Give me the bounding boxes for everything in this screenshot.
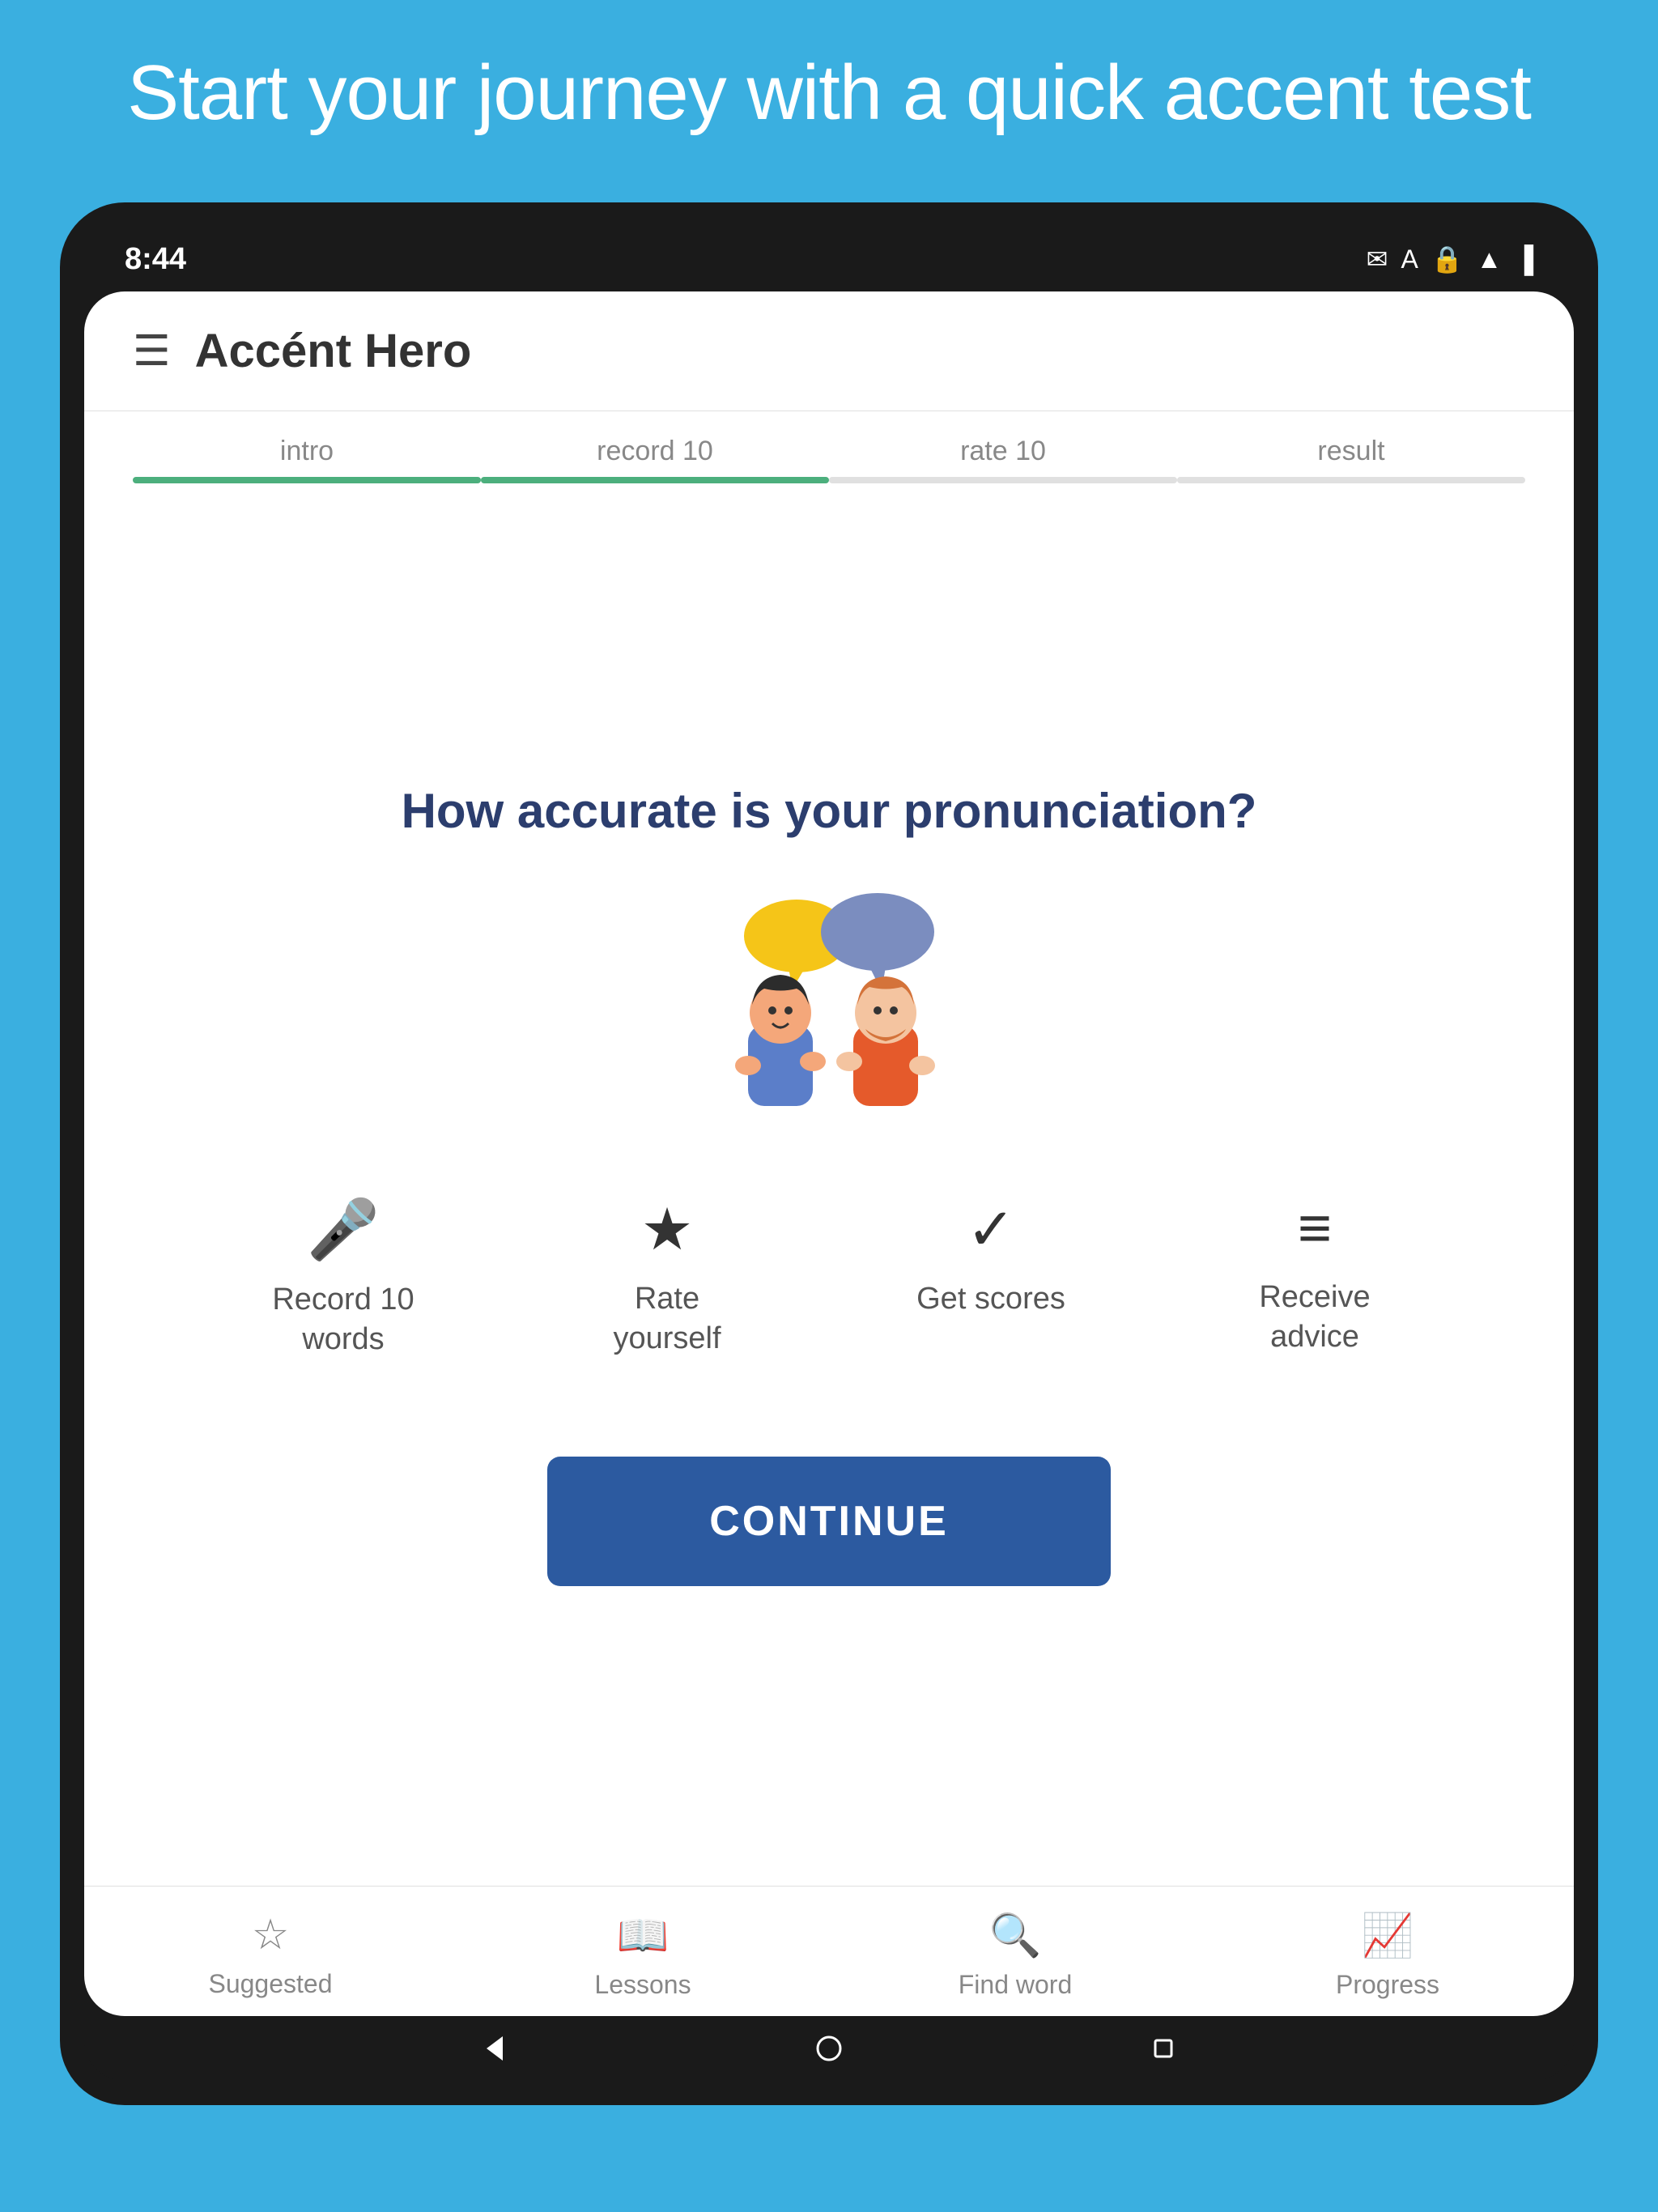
status-icons: ✉ A 🔒 ▲ ▐ [1367, 244, 1533, 274]
lock-icon: 🔒 [1431, 244, 1464, 274]
step-result-label: result [1317, 436, 1384, 467]
feature-rate-label: Rate yourself [586, 1279, 748, 1359]
microphone-icon: 🎤 [307, 1195, 380, 1264]
step-result: result [1177, 436, 1525, 483]
feature-scores: ✓ Get scores [910, 1195, 1072, 1360]
mail-icon: ✉ [1367, 244, 1388, 274]
step-rate10-bar [829, 477, 1177, 483]
step-intro: intro [133, 436, 481, 483]
nav-suggested[interactable]: ☆ Suggested [84, 1911, 457, 2000]
nav-find-word-label: Find word [959, 1970, 1073, 2000]
main-content: How accurate is your pronunciation? [84, 483, 1574, 1886]
app-header: ☰ Accént Hero [84, 291, 1574, 411]
bottom-nav: ☆ Suggested 📖 Lessons 🔍 Find word 📈 Prog… [84, 1886, 1574, 2016]
pronunciation-question: How accurate is your pronunciation? [402, 783, 1257, 839]
step-record10-label: record 10 [597, 436, 713, 467]
step-rate10: rate 10 [829, 436, 1177, 483]
progress-steps: intro record 10 rate 10 result [84, 411, 1574, 483]
device-frame: 8:44 ✉ A 🔒 ▲ ▐ ☰ Accént Hero intro recor… [60, 202, 1598, 2105]
a-icon: A [1401, 245, 1418, 274]
step-intro-bar [133, 477, 481, 483]
illustration [691, 887, 967, 1114]
status-bar: 8:44 ✉ A 🔒 ▲ ▐ [84, 227, 1574, 291]
step-intro-label: intro [280, 436, 334, 467]
feature-advice: ≡ Receive advice [1234, 1195, 1396, 1360]
app-content: ☰ Accént Hero intro record 10 rate 10 re… [84, 291, 1574, 2016]
page-header: Start your journey with a quick accent t… [0, 0, 1658, 202]
battery-icon: ▐ [1515, 245, 1533, 274]
system-nav [84, 2016, 1574, 2081]
list-icon: ≡ [1298, 1195, 1332, 1261]
feature-rate: ★ Rate yourself [586, 1195, 748, 1360]
nav-progress[interactable]: 📈 Progress [1201, 1911, 1574, 2000]
page-title: Start your journey with a quick accent t… [81, 49, 1577, 138]
nav-find-word[interactable]: 🔍 Find word [829, 1911, 1201, 2000]
step-result-bar [1177, 477, 1525, 483]
lessons-icon: 📖 [617, 1911, 670, 1960]
home-button[interactable] [809, 2028, 849, 2069]
menu-icon[interactable]: ☰ [133, 327, 171, 376]
recents-button[interactable] [1143, 2028, 1184, 2069]
checkmark-icon: ✓ [967, 1195, 1015, 1263]
feature-advice-label: Receive advice [1234, 1278, 1396, 1358]
search-icon: 🔍 [989, 1911, 1042, 1960]
back-button[interactable] [474, 2028, 515, 2069]
step-rate10-label: rate 10 [960, 436, 1046, 467]
step-record10-bar [481, 477, 829, 483]
nav-progress-label: Progress [1336, 1970, 1439, 2000]
app-title: Accént Hero [195, 324, 472, 378]
suggested-icon: ☆ [252, 1911, 290, 1959]
continue-button[interactable]: CONTINUE [547, 1457, 1111, 1586]
wifi-icon: ▲ [1477, 245, 1503, 274]
nav-suggested-label: Suggested [208, 1969, 332, 1999]
progress-icon: 📈 [1362, 1911, 1414, 1960]
star-icon: ★ [641, 1195, 694, 1263]
feature-scores-label: Get scores [916, 1279, 1065, 1319]
nav-lessons[interactable]: 📖 Lessons [457, 1911, 829, 2000]
nav-lessons-label: Lessons [594, 1970, 691, 2000]
feature-record-label: Record 10 words [262, 1280, 424, 1360]
step-record10: record 10 [481, 436, 829, 483]
status-time: 8:44 [125, 242, 186, 277]
features-row: 🎤 Record 10 words ★ Rate yourself ✓ Get … [149, 1179, 1509, 1376]
feature-record: 🎤 Record 10 words [262, 1195, 424, 1360]
